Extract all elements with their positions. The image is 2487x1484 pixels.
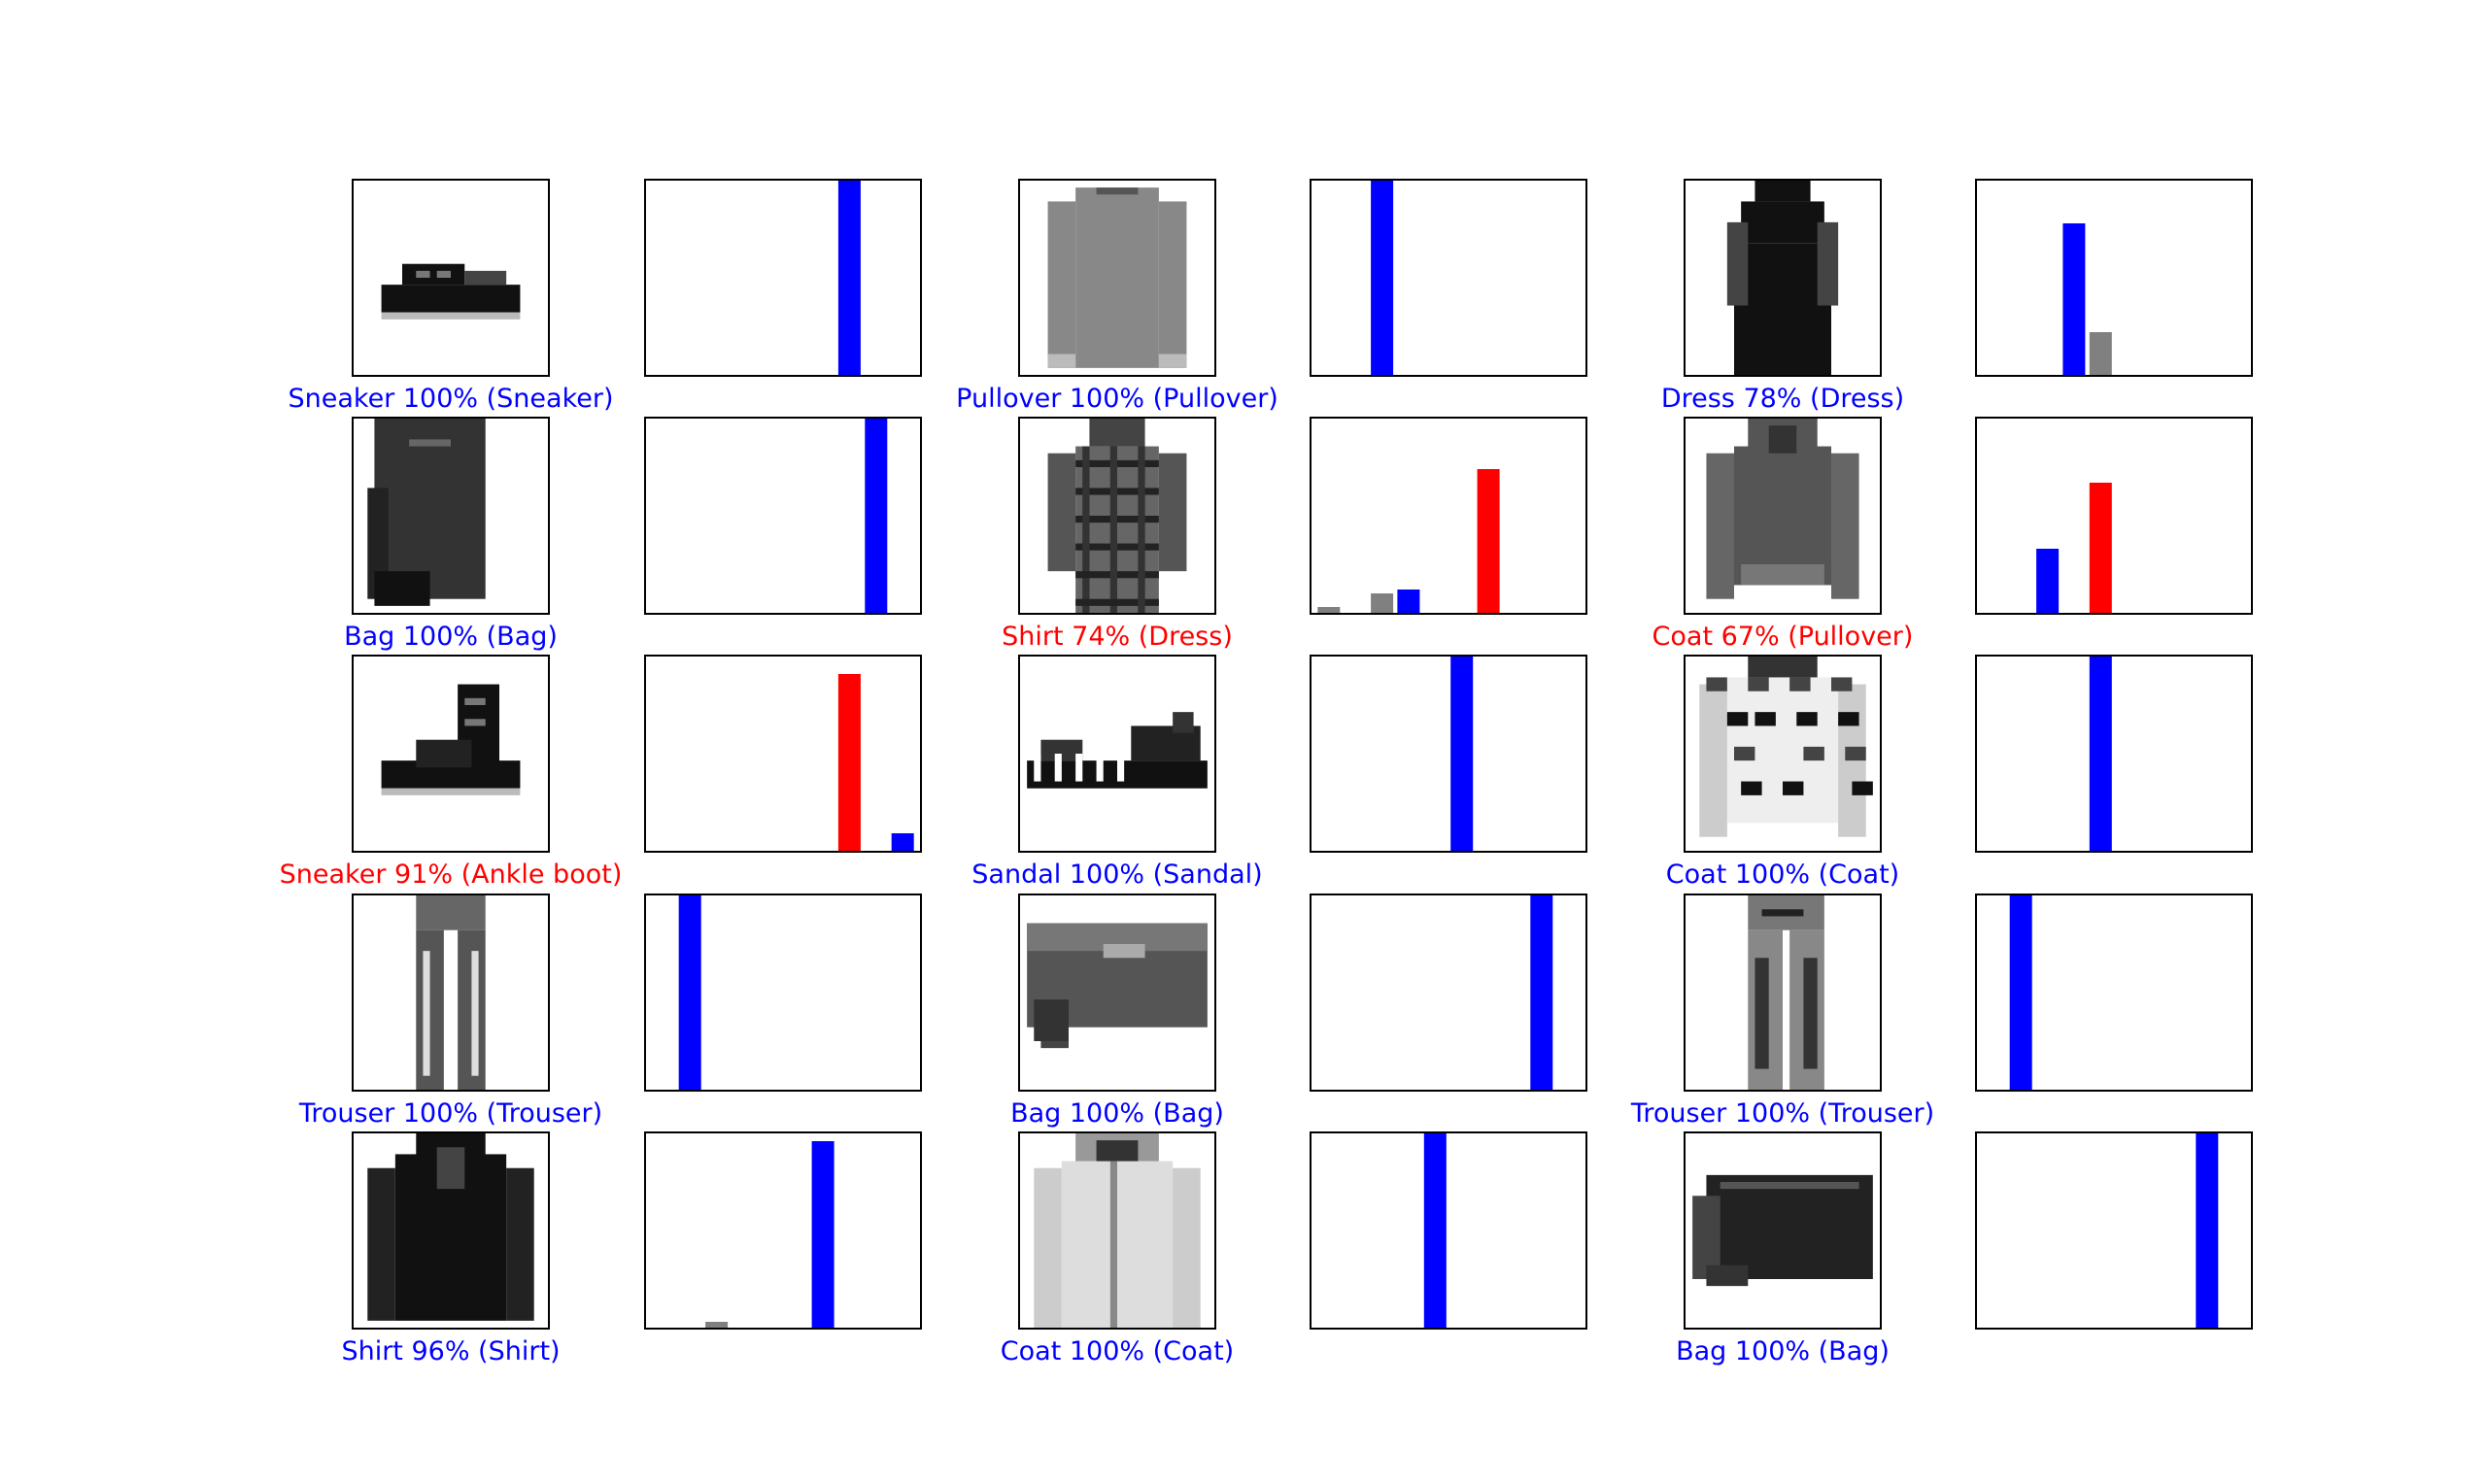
bar-class-4 xyxy=(2089,483,2112,613)
sandal-image xyxy=(1018,655,1216,853)
bar-class-7 xyxy=(837,674,861,851)
probability-bars xyxy=(2062,223,2112,375)
prediction-caption: Pullover 100% (Pullover) xyxy=(956,384,1278,414)
prediction-caption: Sandal 100% (Sandal) xyxy=(971,860,1263,890)
bag-image-1-pixels xyxy=(367,419,486,606)
coat-white-image-pixels xyxy=(1034,1133,1201,1328)
probability-bars xyxy=(1317,469,1500,613)
probability-bar-chart xyxy=(1310,417,1587,615)
coat-pattern-image xyxy=(1684,655,1882,853)
trouser-image-2-pixels xyxy=(1748,895,1824,1090)
pullover-image-pixels xyxy=(1047,187,1187,368)
prediction-grid-figure: Sneaker 100% (Sneaker) Pullover 100% (Pul… xyxy=(0,0,2487,1484)
ankle-boot-image-pixels xyxy=(381,684,521,795)
bar-class-2 xyxy=(705,1322,729,1328)
prediction-caption: Dress 78% (Dress) xyxy=(1660,384,1905,414)
prediction-caption: Sneaker 91% (Ankle boot) xyxy=(279,860,623,890)
bar-class-4 xyxy=(2089,332,2112,375)
probability-bars xyxy=(1450,657,1474,851)
prediction-caption: Trouser 100% (Trouser) xyxy=(298,1098,603,1129)
probability-bar-chart xyxy=(1975,655,2253,853)
probability-bars xyxy=(2196,1133,2219,1328)
probability-bar-chart xyxy=(1310,179,1587,377)
probability-bar-chart xyxy=(1975,894,2253,1092)
prediction-caption: Bag 100% (Bag) xyxy=(344,622,558,652)
dress-plaid-image-pixels xyxy=(1047,419,1187,613)
dress-plaid-image xyxy=(1018,417,1216,615)
probability-bars xyxy=(2089,657,2112,851)
trouser-image-2 xyxy=(1684,894,1882,1092)
probability-bars xyxy=(1423,1133,1447,1328)
bag-image-2-pixels xyxy=(1027,923,1208,1049)
dress-image-pixels xyxy=(1726,181,1839,375)
prediction-caption: Bag 100% (Bag) xyxy=(1676,1336,1890,1366)
bar-class-4 xyxy=(2089,657,2112,851)
probability-bars xyxy=(1371,181,1394,375)
probability-bar-chart xyxy=(1975,179,2253,377)
bag-image-1 xyxy=(352,417,550,615)
bar-class-0 xyxy=(1317,607,1341,613)
probability-bars xyxy=(2009,895,2032,1090)
bar-class-9 xyxy=(891,833,914,851)
bag-image-3-pixels xyxy=(1692,1174,1873,1287)
probability-bar-chart xyxy=(1975,417,2253,615)
prediction-caption: Coat 67% (Pullover) xyxy=(1652,622,1914,652)
prediction-caption: Sneaker 100% (Sneaker) xyxy=(288,384,614,414)
sneaker-image xyxy=(352,179,550,377)
bar-class-4 xyxy=(1423,1133,1447,1328)
bag-image-3 xyxy=(1684,1131,1882,1330)
probability-bar-chart xyxy=(644,417,922,615)
coat-pattern-image-pixels xyxy=(1699,657,1873,837)
pullover-image xyxy=(1018,179,1216,377)
prediction-caption: Coat 100% (Coat) xyxy=(1000,1336,1235,1366)
probability-bars xyxy=(678,895,701,1090)
prediction-caption: Coat 100% (Coat) xyxy=(1665,860,1900,890)
bar-class-1 xyxy=(2009,895,2032,1090)
bar-class-8 xyxy=(2196,1133,2219,1328)
hoodie-image-pixels xyxy=(1706,419,1859,599)
probability-bar-chart xyxy=(644,1131,922,1330)
bar-class-5 xyxy=(1450,657,1474,851)
bar-class-8 xyxy=(865,419,888,613)
probability-bars xyxy=(1530,895,1553,1090)
sneaker-image-pixels xyxy=(381,263,521,320)
dress-image xyxy=(1684,179,1882,377)
coat-white-image xyxy=(1018,1131,1216,1330)
prediction-caption: Shirt 74% (Dress) xyxy=(1002,622,1233,652)
bar-class-7 xyxy=(837,181,861,375)
sandal-image-pixels xyxy=(1027,712,1208,789)
bar-class-6 xyxy=(1477,469,1500,613)
hoodie-image xyxy=(1684,417,1882,615)
probability-bar-chart xyxy=(1310,894,1587,1092)
probability-bars xyxy=(837,181,861,375)
trouser-image-1 xyxy=(352,894,550,1092)
bar-class-1 xyxy=(678,895,701,1090)
probability-bars xyxy=(865,419,888,613)
trouser-image-1-pixels xyxy=(416,895,486,1090)
probability-bar-chart xyxy=(1310,655,1587,853)
bar-class-3 xyxy=(1397,590,1420,613)
probability-bar-chart xyxy=(644,655,922,853)
bar-class-6 xyxy=(811,1141,835,1328)
prediction-caption: Trouser 100% (Trouser) xyxy=(1630,1098,1935,1129)
ankle-boot-image xyxy=(352,655,550,853)
prediction-caption: Bag 100% (Bag) xyxy=(1010,1098,1224,1129)
bag-image-2 xyxy=(1018,894,1216,1092)
bar-class-2 xyxy=(2036,549,2060,613)
probability-bars xyxy=(837,674,914,851)
bar-class-3 xyxy=(2062,223,2086,375)
prediction-caption: Shirt 96% (Shirt) xyxy=(341,1336,561,1366)
shirt-image-pixels xyxy=(367,1133,534,1321)
shirt-image xyxy=(352,1131,550,1330)
probability-bars xyxy=(2036,483,2112,613)
probability-bar-chart xyxy=(1975,1131,2253,1330)
bar-class-2 xyxy=(1371,593,1394,613)
probability-bar-chart xyxy=(644,894,922,1092)
probability-bars xyxy=(705,1141,835,1328)
probability-bar-chart xyxy=(1310,1131,1587,1330)
probability-bar-chart xyxy=(644,179,922,377)
bar-class-8 xyxy=(1530,895,1553,1090)
bar-class-2 xyxy=(1371,181,1394,375)
